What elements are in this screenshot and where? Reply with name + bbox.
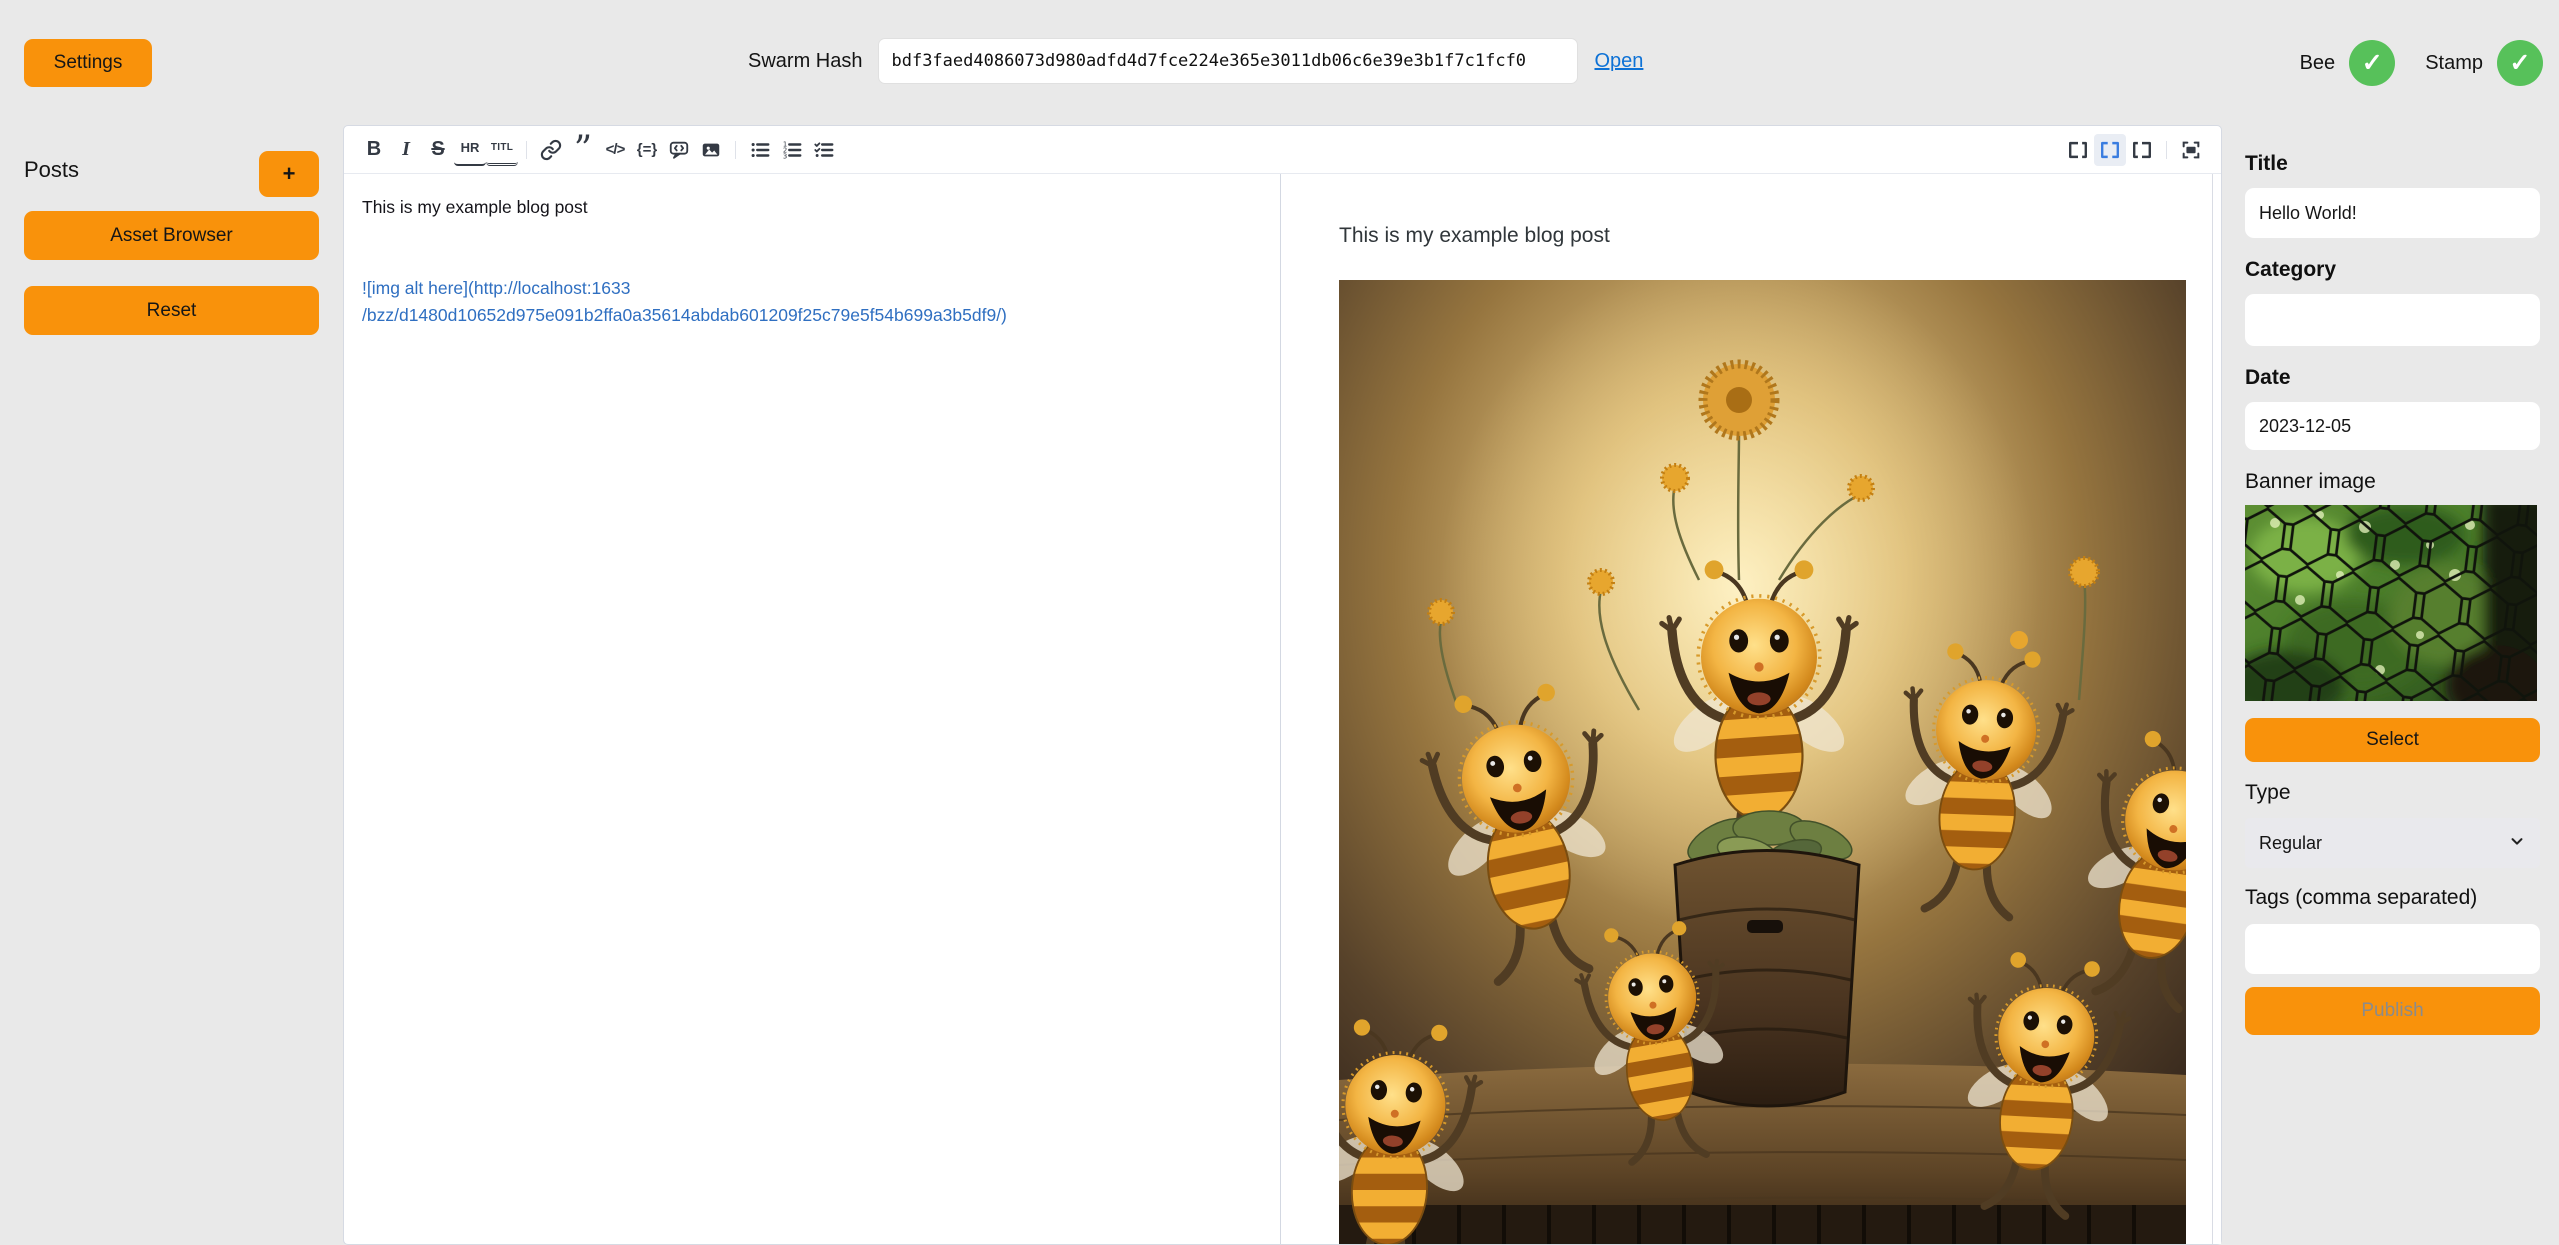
category-input[interactable] [2245,294,2540,346]
banner-image-label: Banner image [2245,470,2540,494]
preview-pane: This is my example blog post [1281,174,2221,1244]
task-list-icon[interactable] [808,134,840,166]
open-link[interactable]: Open [1594,50,1643,73]
markdown-text-line: This is my example blog post [362,194,1262,221]
select-banner-button[interactable]: Select [2245,718,2540,762]
markdown-image-link-line1: ![img alt here](http://localhost:1633 [362,275,1262,302]
mode-preview-icon[interactable] [2126,134,2158,166]
code-block-icon[interactable]: {=} [631,134,663,166]
reset-button[interactable]: Reset [24,286,319,335]
banner-image-thumbnail [2245,505,2537,701]
title-icon[interactable]: TITL [486,134,518,166]
fullscreen-icon[interactable] [2175,134,2207,166]
stamp-check-icon: ✓ [2497,40,2543,86]
date-label: Date [2245,366,2540,390]
toolbar-separator [526,141,527,159]
status-group: Bee ✓ Stamp ✓ [2300,39,2543,87]
category-label: Category [2245,258,2540,282]
mode-split-icon[interactable] [2094,134,2126,166]
bulleted-list-icon[interactable] [744,134,776,166]
italic-icon[interactable]: I [390,134,422,166]
markdown-editor[interactable]: This is my example blog post ![img alt h… [344,174,1281,1244]
type-select[interactable]: Regular [2245,818,2540,868]
markdown-image-link-line2: /bzz/d1480d10652d975e091b2ffa0a35614abda… [362,302,1262,329]
strikethrough-icon[interactable]: S [422,134,454,166]
inline-code-icon[interactable]: </> [599,134,631,166]
title-label: Title [2245,152,2540,176]
type-label: Type [2245,781,2540,805]
editor-panel: B I S HR TITL ” </> {=} [343,125,2222,1245]
chevron-down-icon [2508,832,2526,855]
toolbar-separator [2166,141,2167,159]
tags-input[interactable] [2245,924,2540,974]
stamp-status-label: Stamp [2425,52,2483,75]
bee-status-label: Bee [2300,52,2336,75]
bee-check-icon: ✓ [2349,40,2395,86]
settings-button[interactable]: Settings [24,39,152,87]
toolbar-separator [735,141,736,159]
posts-heading: Posts [24,157,79,183]
swarm-hash-input[interactable] [878,38,1578,84]
date-input[interactable] [2245,402,2540,450]
numbered-list-icon[interactable]: 1 2 3 [776,134,808,166]
type-select-value: Regular [2259,833,2322,854]
preview-scrollbar[interactable] [2212,174,2221,1244]
preview-paragraph: This is my example blog post [1339,224,2191,248]
horizontal-rule-icon[interactable]: HR [454,134,486,166]
title-input[interactable] [2245,188,2540,238]
quote-icon[interactable]: ” [567,140,599,160]
preview-image [1339,280,2186,1244]
bold-icon[interactable]: B [358,134,390,166]
link-icon[interactable] [535,134,567,166]
editor-toolbar: B I S HR TITL ” </> {=} [344,126,2221,174]
asset-browser-button[interactable]: Asset Browser [24,211,319,260]
tags-label: Tags (comma separated) [2245,886,2540,910]
comment-code-icon[interactable] [663,134,695,166]
svg-text:3: 3 [783,152,787,160]
mode-editor-icon[interactable] [2062,134,2094,166]
publish-button[interactable]: Publish [2245,987,2540,1035]
add-post-button[interactable]: + [259,151,319,197]
swarm-hash-group: Swarm Hash Open [748,37,1643,85]
image-icon[interactable] [695,134,727,166]
swarm-hash-label: Swarm Hash [748,50,862,73]
